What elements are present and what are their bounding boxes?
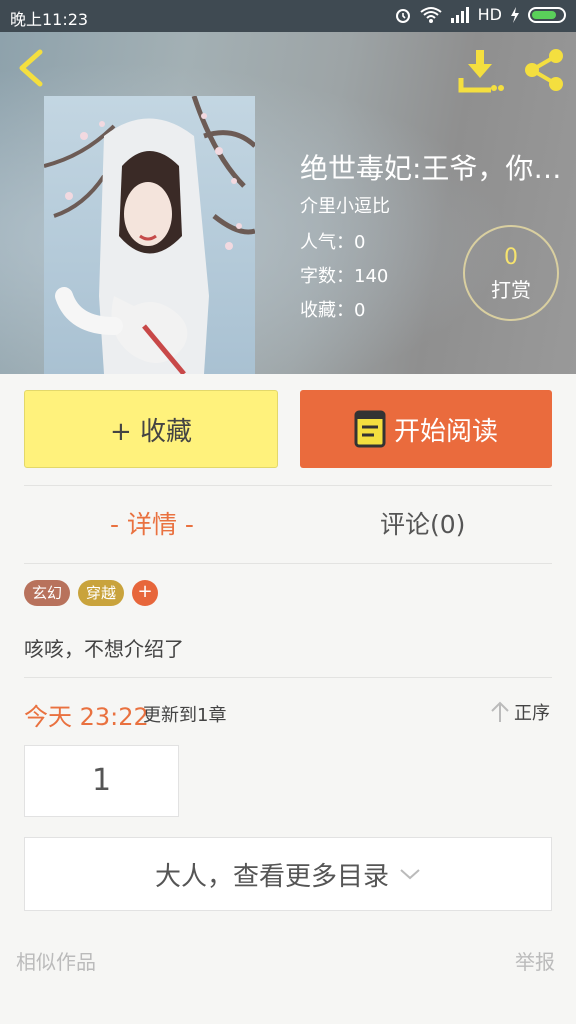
- author-name[interactable]: 介里小逗比: [300, 192, 390, 218]
- status-icons: HD: [394, 5, 566, 24]
- reward-count: 0: [504, 245, 518, 270]
- book-intro: 咳咳，不想介绍了: [24, 637, 184, 661]
- word-count: 字数：140: [300, 266, 389, 287]
- report-link[interactable]: 举报: [515, 946, 555, 975]
- add-tag-button[interactable]: +: [132, 580, 159, 606]
- tab-comment[interactable]: 评论(0): [380, 505, 465, 541]
- start-reading-label: 开始阅读: [393, 416, 498, 447]
- divider: [24, 677, 552, 678]
- back-arrow-icon[interactable]: [12, 46, 52, 90]
- more-catalog-button[interactable]: 大人，查看更多目录: [24, 837, 552, 911]
- sort-label: 正序: [514, 703, 550, 724]
- tag-item[interactable]: 穿越: [78, 580, 125, 606]
- divider: [24, 485, 552, 486]
- reward-label: 打赏: [491, 278, 531, 302]
- start-reading-button[interactable]: 开始阅读: [300, 390, 552, 468]
- book-header: 绝世毒妃:王爷，你轻… 介里小逗比 人气：0 字数：140 收藏：0 0 打赏: [0, 32, 576, 374]
- reward-button[interactable]: 0 打赏: [463, 225, 559, 321]
- favorites-count: 收藏：0: [300, 300, 366, 321]
- arrow-up-icon: [491, 701, 509, 722]
- tag-item[interactable]: 玄幻: [24, 580, 71, 606]
- divider: [24, 563, 552, 564]
- collect-button[interactable]: + 收藏: [24, 390, 278, 468]
- tag-list: 玄幻 穿越 +: [24, 580, 159, 606]
- network-type: HD: [477, 5, 502, 24]
- chapter-item[interactable]: 1: [24, 745, 179, 817]
- battery-icon: [528, 6, 566, 23]
- sort-button[interactable]: 正序: [490, 699, 550, 725]
- similar-works-heading: 相似作品: [16, 950, 96, 974]
- collect-label: + 收藏: [109, 416, 193, 447]
- popularity-count: 人气：0: [300, 232, 366, 253]
- signal-icon: [450, 6, 469, 23]
- tab-detail[interactable]: - 详情 -: [110, 505, 194, 541]
- charging-icon: [511, 6, 519, 23]
- wifi-icon: [420, 6, 442, 23]
- update-text: 更新到1章: [143, 705, 227, 726]
- book-cover-image: [44, 96, 255, 374]
- download-icon[interactable]: [458, 48, 504, 94]
- book-title: 绝世毒妃:王爷，你轻…: [300, 152, 576, 185]
- book-icon: [354, 410, 386, 448]
- status-bar: 晚上11:23 HD: [0, 0, 576, 32]
- more-catalog-label: 大人，查看更多目录: [154, 861, 389, 892]
- chevron-down-icon: [400, 869, 420, 880]
- share-icon[interactable]: [520, 46, 568, 94]
- update-time: 今天 23:22: [24, 703, 149, 731]
- status-time: 晚上11:23: [10, 10, 89, 29]
- alarm-icon: [395, 8, 410, 23]
